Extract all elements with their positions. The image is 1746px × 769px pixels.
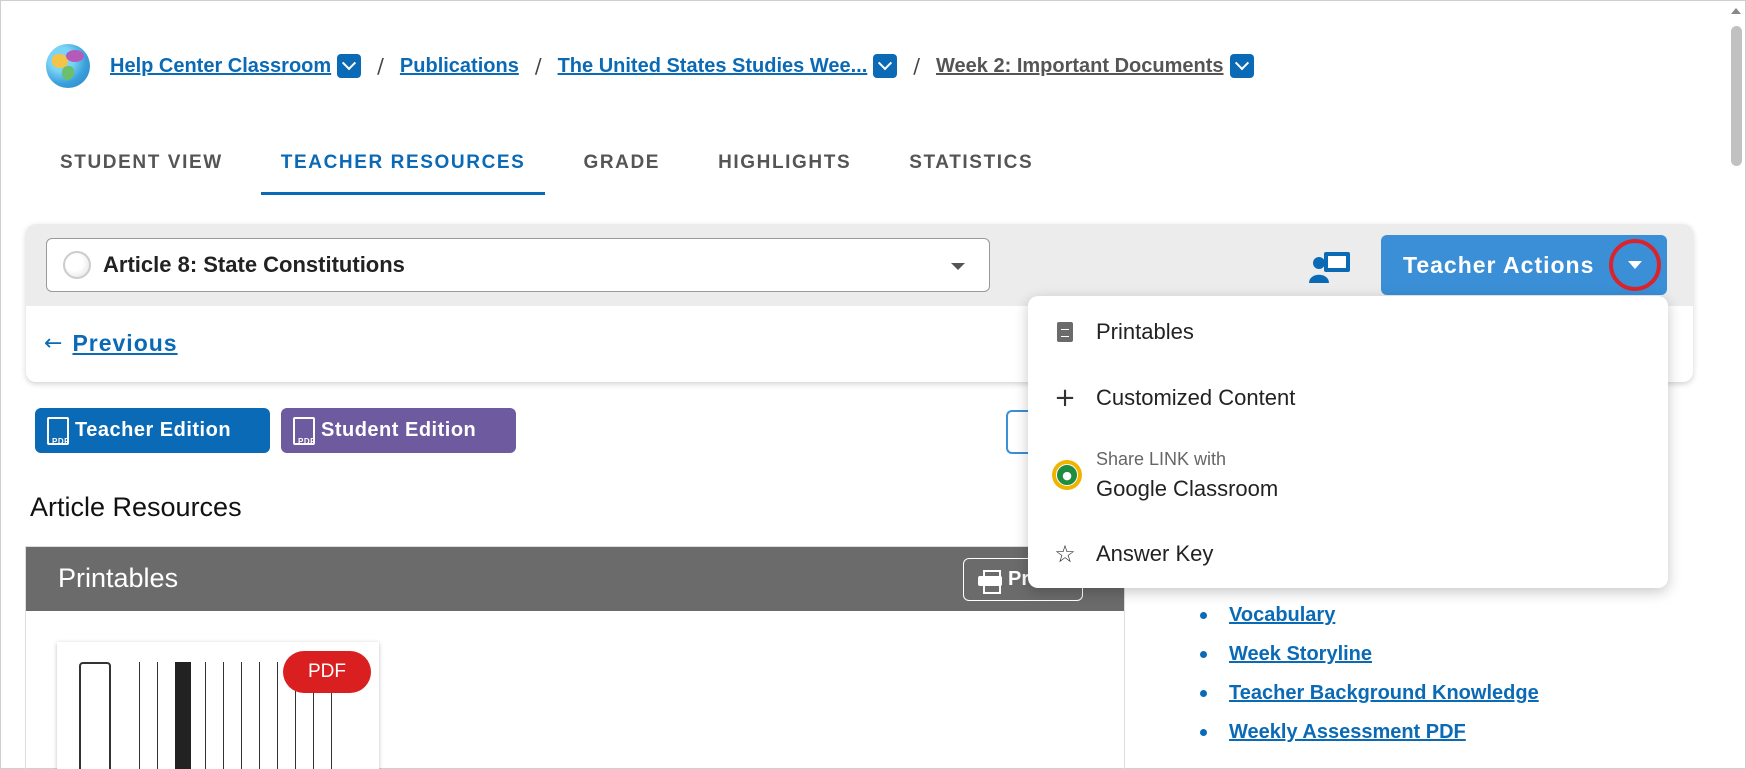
weekly-assessment-link[interactable]: Weekly Assessment PDF: [1229, 721, 1466, 744]
menu-item-label: Printables: [1096, 319, 1194, 344]
pdf-badge: PDF: [283, 651, 371, 693]
classroom-dropdown-icon[interactable]: [337, 54, 362, 78]
caret-down-icon: [1628, 261, 1642, 269]
resource-links: Vocabulary Week Storyline Teacher Backgr…: [1200, 596, 1539, 752]
google-classroom-icon: ●: [1052, 460, 1082, 490]
student-edition-label: Student Edition: [321, 419, 477, 441]
breadcrumb-separator: /: [534, 54, 542, 78]
breadcrumb-separator: /: [913, 54, 921, 78]
menu-item-label: Answer Key: [1096, 541, 1214, 566]
tab-teacher-resources[interactable]: TEACHER RESOURCES: [260, 140, 546, 195]
bullet-icon: [1200, 612, 1207, 619]
menu-item-sublabel: Share LINK with: [1096, 448, 1227, 469]
previous-link[interactable]: ← Previous: [44, 330, 178, 357]
scroll-thumb[interactable]: [1731, 26, 1742, 166]
menu-item-customized-content[interactable]: + Customized Content: [1028, 378, 1668, 418]
week-storyline-link[interactable]: Week Storyline: [1229, 643, 1372, 666]
present-mode-icon[interactable]: [1308, 250, 1352, 284]
list-item: Teacher Background Knowledge: [1200, 674, 1539, 713]
article-toolbar: Article 8: State Constitutions Teacher A…: [26, 224, 1693, 306]
article-title: Article 8: State Constitutions: [103, 252, 405, 277]
tab-grade[interactable]: GRADE: [563, 140, 680, 195]
view-tabs: STUDENT VIEW TEACHER RESOURCES GRADE HIG…: [40, 140, 1071, 195]
week-dropdown-icon[interactable]: [1229, 54, 1254, 78]
printables-title: Printables: [58, 563, 179, 593]
star-icon: ☆: [1054, 540, 1076, 568]
list-item: Week Storyline: [1200, 635, 1539, 674]
article-select[interactable]: Article 8: State Constitutions: [46, 238, 990, 292]
arrow-left-icon: ←: [44, 331, 63, 356]
teacher-actions-label: Teacher Actions: [1403, 251, 1595, 278]
breadcrumb-week-link[interactable]: Week 2: Important Documents: [936, 55, 1223, 78]
teacher-actions-caret[interactable]: [1609, 239, 1661, 291]
list-item: Weekly Assessment PDF: [1200, 713, 1539, 752]
breadcrumb-publication-link[interactable]: The United States Studies Wee...: [558, 55, 868, 78]
bullet-icon: [1200, 651, 1207, 658]
vertical-scrollbar[interactable]: [1728, 4, 1744, 764]
article-resources-heading: Article Resources: [30, 492, 242, 522]
teacher-actions-button[interactable]: Teacher Actions: [1381, 235, 1667, 295]
plus-icon: +: [1054, 383, 1076, 413]
pdf-file-icon: [293, 416, 316, 446]
chevron-down-icon: [951, 263, 965, 270]
class-globe-icon: [46, 44, 90, 88]
list-item: Vocabulary: [1200, 596, 1539, 635]
teacher-background-link[interactable]: Teacher Background Knowledge: [1229, 682, 1539, 705]
printables-header: Printables Pr: [26, 547, 1124, 611]
printer-icon: [978, 569, 1002, 594]
document-icon: [1052, 319, 1078, 345]
breadcrumb-separator: /: [377, 54, 384, 78]
tab-statistics[interactable]: STATISTICS: [889, 140, 1053, 195]
bullet-icon: [1200, 690, 1207, 697]
vocabulary-link[interactable]: Vocabulary: [1229, 604, 1335, 627]
breadcrumb-classroom-link[interactable]: Help Center Classroom: [110, 55, 331, 78]
student-edition-button[interactable]: Student Edition: [281, 408, 516, 453]
menu-item-printables[interactable]: Printables: [1028, 312, 1668, 352]
previous-label: Previous: [72, 330, 178, 356]
teacher-edition-button[interactable]: Teacher Edition: [35, 408, 270, 453]
breadcrumb: Help Center Classroom / Publications / T…: [46, 44, 1254, 88]
publication-dropdown-icon[interactable]: [873, 54, 898, 78]
breadcrumb-publications-link[interactable]: Publications: [400, 55, 519, 78]
tab-highlights[interactable]: HIGHLIGHTS: [698, 140, 871, 195]
progress-circle-icon: [63, 251, 91, 279]
teacher-edition-label: Teacher Edition: [75, 419, 232, 441]
teacher-actions-menu: Printables + Customized Content ● Share …: [1028, 296, 1668, 588]
tab-student-view[interactable]: STUDENT VIEW: [40, 140, 243, 195]
print-button-label: Pr: [1008, 568, 1030, 590]
menu-item-google-classroom[interactable]: ● Share LINK with Google Classroom: [1028, 438, 1668, 512]
menu-item-label: Google Classroom: [1096, 475, 1279, 501]
scroll-up-icon[interactable]: [1731, 8, 1741, 14]
menu-item-answer-key[interactable]: ☆ Answer Key: [1028, 534, 1668, 574]
bullet-icon: [1200, 729, 1207, 736]
menu-item-label: Customized Content: [1096, 385, 1296, 410]
pdf-file-icon: [47, 416, 70, 446]
